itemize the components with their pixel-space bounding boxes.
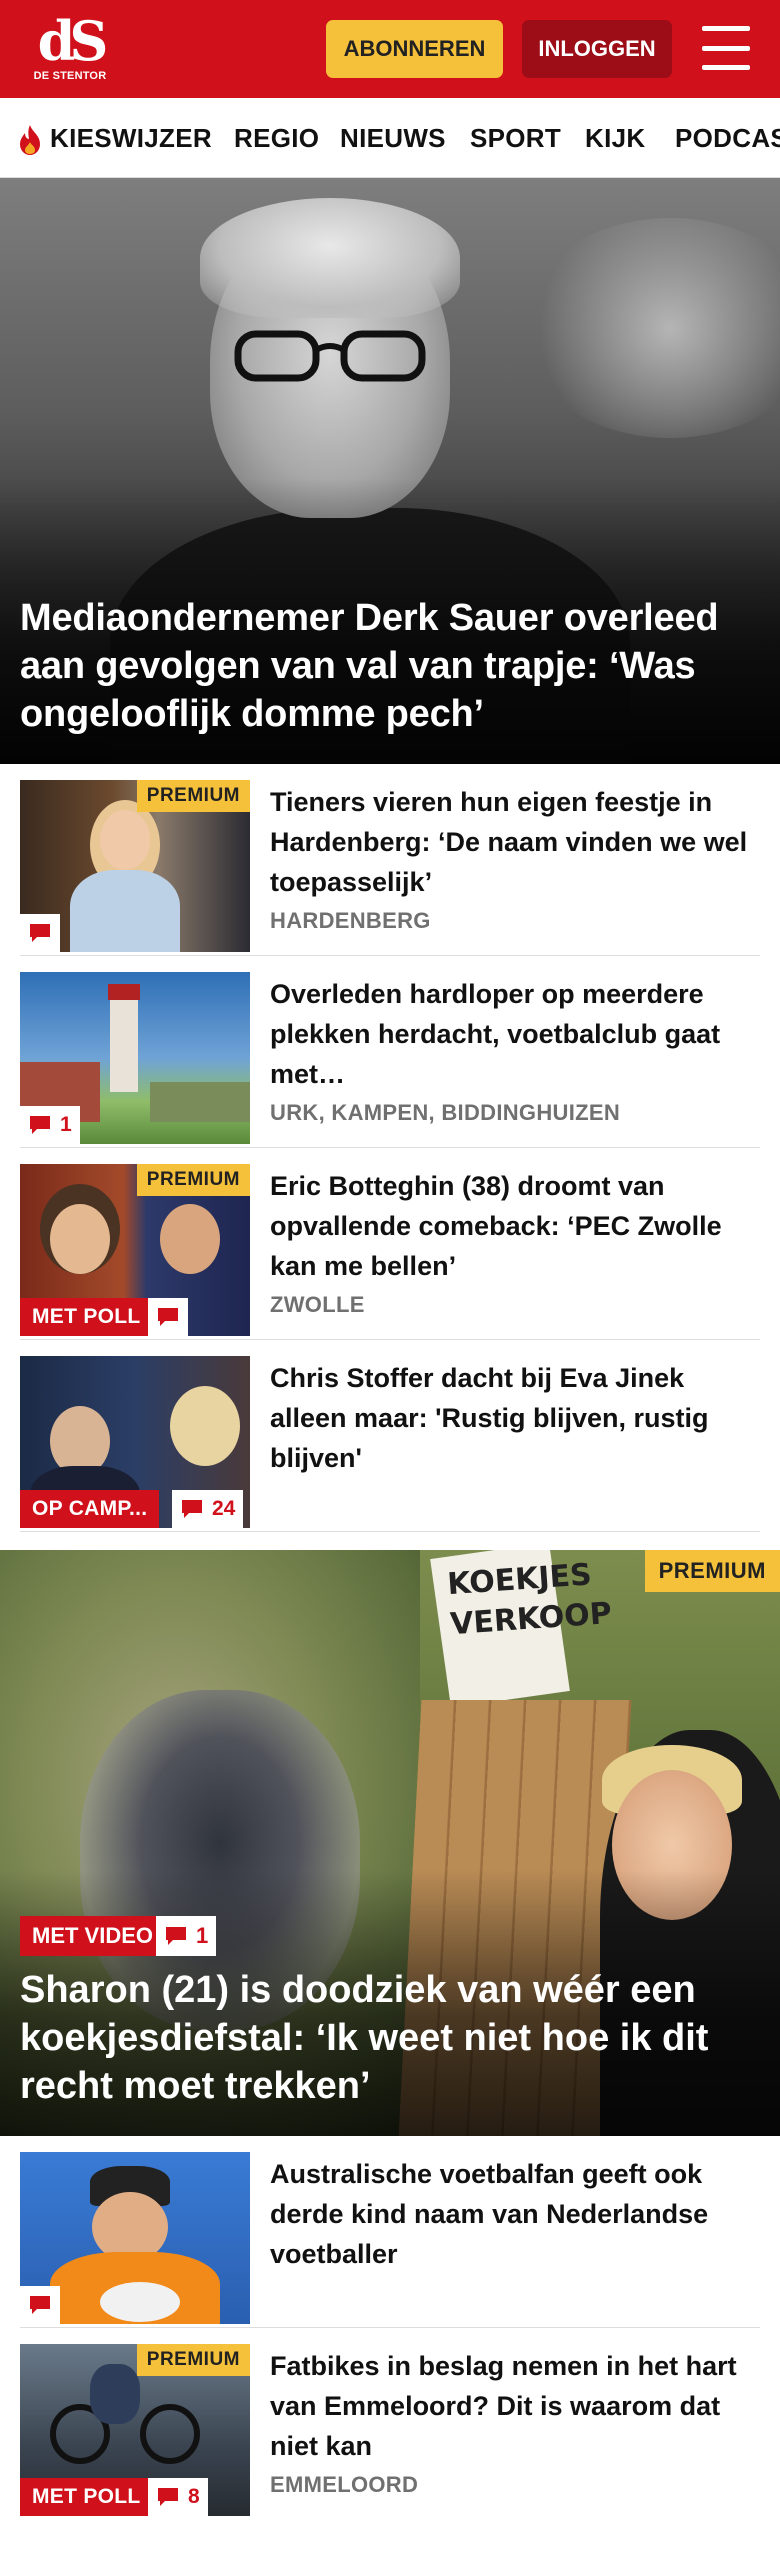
hamburger-icon[interactable] [698,24,754,72]
article-thumbnail[interactable]: PREMIUM MET POLL [20,1164,250,1336]
thumb-figure-face [50,1204,110,1274]
article-location: EMMELOORD [270,2472,419,2497]
poll-tag: MET POLL [20,1298,153,1336]
article-row[interactable]: 1 Overleden hardloper op meerdere plekke… [20,956,760,1148]
article-title[interactable]: Chris Stoffer dacht bij Eva Jinek alleen… [270,1358,750,1478]
thumb-figure-face-2 [160,1204,220,1274]
nav-item-kijk[interactable]: KIJK [585,98,645,177]
thumb-figure-shirt [70,870,180,952]
hero-title[interactable]: Mediaondernemer Derk Sauer overleed aan … [20,594,770,738]
article-thumbnail[interactable]: PREMIUM MET POLL 8 [20,2344,250,2516]
comment-badge[interactable]: 1 [20,1106,80,1144]
thumb-lighthouse [110,992,138,1092]
comment-bubble-icon [30,1116,50,1134]
nav-item-nieuws[interactable]: NIEUWS [340,98,446,177]
article-location: URK, KAMPEN, BIDDINGHUIZEN [270,1100,621,1125]
thumb-rider [90,2364,140,2424]
article-location: ZWOLLE [270,1292,365,1317]
article-title[interactable]: Overleden hardloper op meerdere plekken … [270,974,750,1094]
thumb-crowd [150,1082,250,1122]
comment-bubble-icon [30,924,50,942]
article-thumbnail[interactable]: 1 [20,972,250,1144]
hero2-sign-text: KOEKJES VERKOOP [446,1557,613,1643]
hero2-title[interactable]: Sharon (21) is doodziek van wéér een koe… [20,1966,770,2110]
article-row[interactable]: PREMIUM MET POLL Eric Botteghin (38) dro… [20,1148,760,1340]
site-logo[interactable]: dS DE STENTOR [30,12,110,90]
article-row[interactable]: PREMIUM MET POLL 8 Fatbikes in beslag ne… [20,2328,760,2560]
hero-image-glasses [234,330,426,382]
main-nav: KIESWIJZER REGIO NIEUWS SPORT KIJK PODCA… [0,98,780,178]
article-title[interactable]: Tieners vieren hun eigen feestje in Hard… [270,782,750,902]
premium-badge: PREMIUM [136,780,250,812]
thumb-figure-hair-2 [170,1386,240,1466]
comment-count: 8 [188,2485,200,2508]
hamburger-line [702,65,750,70]
comment-count: 1 [196,1923,209,1948]
premium-badge: PREMIUM [644,1550,780,1592]
comment-bubble-icon [182,1500,202,1518]
comment-count: 24 [212,1497,236,1520]
thumb-bike-wheel [140,2404,200,2464]
article-row[interactable]: OP CAMP... 24 Chris Stoffer dacht bij Ev… [20,1340,760,1532]
comment-badge[interactable]: 1 [156,1916,217,1956]
video-tag: MET VIDEO [20,1916,166,1956]
comment-badge[interactable]: 8 [148,2478,208,2516]
campaign-tag: OP CAMP... [20,1490,160,1528]
nav-item-sport[interactable]: SPORT [470,98,561,177]
comment-badge[interactable] [20,914,60,952]
comment-bubble-icon [166,1927,186,1945]
thumb-figure-face [100,810,150,870]
logo-mark: dS [37,9,109,73]
article-thumbnail[interactable]: OP CAMP... 24 [20,1356,250,1528]
poll-tag: MET POLL [20,2478,153,2516]
article-title[interactable]: Australische voetbalfan geeft ook derde … [270,2154,750,2274]
comment-count: 1 [60,1113,72,1136]
nav-item-regio[interactable]: REGIO [234,98,319,177]
article-title[interactable]: Eric Botteghin (38) droomt van opvallend… [270,1166,750,1286]
thumb-baby [100,2282,180,2322]
comment-bubble-icon [30,2296,50,2314]
hamburger-line [702,45,750,51]
comment-badge[interactable] [20,2286,60,2324]
comment-bubble-icon [158,2488,178,2506]
article-thumbnail[interactable] [20,2152,250,2324]
premium-badge: PREMIUM [136,1164,250,1196]
comment-badge[interactable]: 24 [172,1490,244,1528]
hero-article-2[interactable]: KOEKJES VERKOOP PREMIUM MET VIDEO 1 Shar… [0,1550,780,2136]
hero-image-background [520,218,780,438]
article-location: HARDENBERG [270,908,431,933]
nav-item-podcasts[interactable]: PODCAS [675,98,780,177]
article-title[interactable]: Fatbikes in beslag nemen in het hart van… [270,2346,750,2466]
flame-icon [20,125,40,155]
site-header: dS DE STENTOR ABONNEREN INLOGGEN [0,0,780,98]
article-thumbnail[interactable]: PREMIUM [20,780,250,952]
comment-badge[interactable] [148,1298,188,1336]
comment-bubble-icon [158,1308,178,1326]
thumb-lighthouse-top [108,984,140,1000]
hamburger-line [702,26,750,31]
nav-item-kieswijzer[interactable]: KIESWIJZER [50,98,212,177]
login-button[interactable]: INLOGGEN [522,20,672,78]
hero2-image-sign: KOEKJES VERKOOP [430,1550,613,1708]
article-row[interactable]: PREMIUM Tieners vieren hun eigen feestje… [20,764,760,956]
logo-subtitle: DE STENTOR [33,70,107,82]
subscribe-button[interactable]: ABONNEREN [326,20,503,78]
hero-article[interactable]: Mediaondernemer Derk Sauer overleed aan … [0,178,780,764]
hero-image-hair [200,198,460,318]
article-row[interactable]: Australische voetbalfan geeft ook derde … [20,2136,760,2328]
premium-badge: PREMIUM [136,2344,250,2376]
